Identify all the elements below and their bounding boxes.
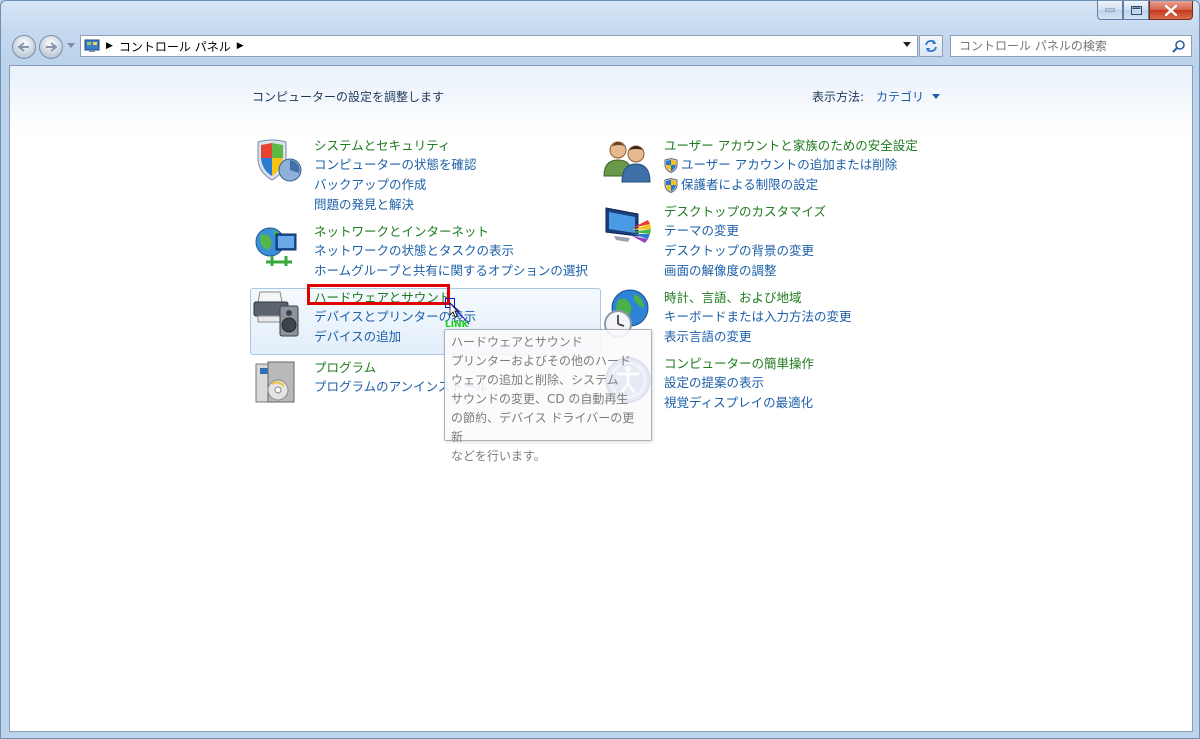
search-box[interactable] bbox=[950, 35, 1192, 57]
refresh-button[interactable] bbox=[919, 35, 943, 57]
cursor-icon: LINK bbox=[445, 298, 470, 330]
link-homegroup-sharing-options[interactable]: ホームグループと共有に関するオプションの選択 bbox=[314, 261, 588, 281]
category-title-user-accounts[interactable]: ユーザー アカウントと家族のための安全設定 bbox=[664, 136, 918, 155]
address-dropdown-icon[interactable] bbox=[903, 42, 911, 48]
red-annotation-box bbox=[307, 284, 450, 305]
search-icon[interactable] bbox=[1172, 40, 1185, 53]
breadcrumb-separator-icon[interactable]: ▶ bbox=[106, 41, 113, 51]
link-optimize-visual-display[interactable]: 視覚ディスプレイの最適化 bbox=[664, 393, 814, 413]
link-adjust-screen-resolution[interactable]: 画面の解像度の調整 bbox=[664, 261, 826, 281]
breadcrumb-separator-icon[interactable]: ▶ bbox=[237, 41, 244, 51]
link-parental-controls-label[interactable]: 保護者による制限の設定 bbox=[681, 175, 818, 195]
link-change-keyboard-input[interactable]: キーボードまたは入力方法の変更 bbox=[664, 307, 852, 327]
view-by-dropdown[interactable]: カテゴリ bbox=[876, 88, 924, 105]
close-icon bbox=[1165, 4, 1177, 16]
refresh-icon bbox=[925, 40, 937, 52]
breadcrumb-control-panel[interactable]: コントロール パネル bbox=[119, 38, 231, 55]
link-check-computer-status[interactable]: コンピューターの状態を確認 bbox=[314, 155, 477, 175]
minimize-button[interactable] bbox=[1097, 1, 1123, 20]
search-input[interactable] bbox=[957, 38, 1171, 54]
tooltip-line: サウンドの変更、CD の自動再生 bbox=[451, 392, 629, 406]
category-title-desktop-customization[interactable]: デスクトップのカスタマイズ bbox=[664, 202, 826, 221]
forward-arrow-icon bbox=[46, 42, 57, 52]
uac-shield-icon bbox=[664, 157, 678, 173]
back-button[interactable] bbox=[12, 35, 36, 59]
maximize-button[interactable] bbox=[1123, 1, 1149, 20]
forward-button[interactable] bbox=[39, 35, 63, 59]
cursor-label: LINK bbox=[445, 320, 470, 330]
control-panel-icon bbox=[84, 39, 100, 52]
content-area: コンピューターの設定を調整します 表示方法: カテゴリ システムとセキュリティ … bbox=[9, 65, 1193, 732]
programs-icon bbox=[255, 361, 295, 403]
link-create-backup[interactable]: バックアップの作成 bbox=[314, 175, 477, 195]
maximize-icon bbox=[1130, 5, 1142, 15]
category-title-clock-language-region[interactable]: 時計、言語、および地域 bbox=[664, 288, 852, 307]
tooltip-line: ウェアの追加と削除、システム bbox=[451, 373, 619, 387]
close-button[interactable] bbox=[1149, 1, 1193, 20]
users-icon bbox=[603, 141, 651, 183]
tooltip-line: などを行います。 bbox=[451, 449, 546, 463]
link-change-theme[interactable]: テーマの変更 bbox=[664, 221, 826, 241]
link-network-status-tasks[interactable]: ネットワークの状態とタスクの表示 bbox=[314, 241, 588, 261]
category-title-ease-of-access[interactable]: コンピューターの簡単操作 bbox=[664, 354, 814, 373]
network-globe-icon bbox=[255, 227, 297, 266]
caption-buttons bbox=[1097, 1, 1193, 21]
category-title-system-security[interactable]: システムとセキュリティ bbox=[314, 136, 477, 155]
link-change-display-language[interactable]: 表示言語の変更 bbox=[664, 327, 852, 347]
link-add-remove-user-accounts[interactable]: ユーザー アカウントの追加または削除 bbox=[664, 155, 918, 175]
shield-icon bbox=[257, 139, 302, 182]
uac-shield-icon bbox=[664, 177, 678, 193]
link-add-remove-user-accounts-label[interactable]: ユーザー アカウントの追加または削除 bbox=[681, 155, 897, 175]
printer-speaker-icon bbox=[253, 291, 299, 337]
hardware-sound-tooltip: ハードウェアとサウンド プリンターおよびその他のハード ウェアの追加と削除、シス… bbox=[444, 329, 652, 463]
tooltip-line: ハードウェアとサウンド bbox=[451, 335, 583, 349]
page-title: コンピューターの設定を調整します bbox=[252, 90, 445, 104]
control-panel-window: ▶ コントロール パネル ▶ コンピューターの設定を調整します 表示方法: カテ… bbox=[0, 0, 1200, 739]
address-bar[interactable]: ▶ コントロール パネル ▶ bbox=[80, 35, 918, 57]
navigation-bar: ▶ コントロール パネル ▶ bbox=[1, 31, 1200, 63]
recent-pages-dropdown-icon[interactable] bbox=[67, 43, 75, 49]
link-parental-controls[interactable]: 保護者による制限の設定 bbox=[664, 175, 918, 195]
tooltip-line: の節約、デバイス ドライバーの更新 bbox=[451, 411, 635, 444]
view-by-label: 表示方法: bbox=[812, 90, 865, 104]
desktop-personalization-icon bbox=[605, 207, 651, 243]
link-find-fix-problems[interactable]: 問題の発見と解決 bbox=[314, 195, 477, 215]
back-arrow-icon bbox=[18, 42, 29, 52]
view-dropdown-caret-icon[interactable] bbox=[932, 94, 940, 99]
category-title-network-internet[interactable]: ネットワークとインターネット bbox=[314, 222, 588, 241]
minimize-icon bbox=[1105, 8, 1115, 12]
link-get-recommendations[interactable]: 設定の提案の表示 bbox=[664, 373, 814, 393]
tooltip-line: プリンターおよびその他のハード bbox=[451, 354, 632, 368]
link-change-desktop-background[interactable]: デスクトップの背景の変更 bbox=[664, 241, 826, 261]
